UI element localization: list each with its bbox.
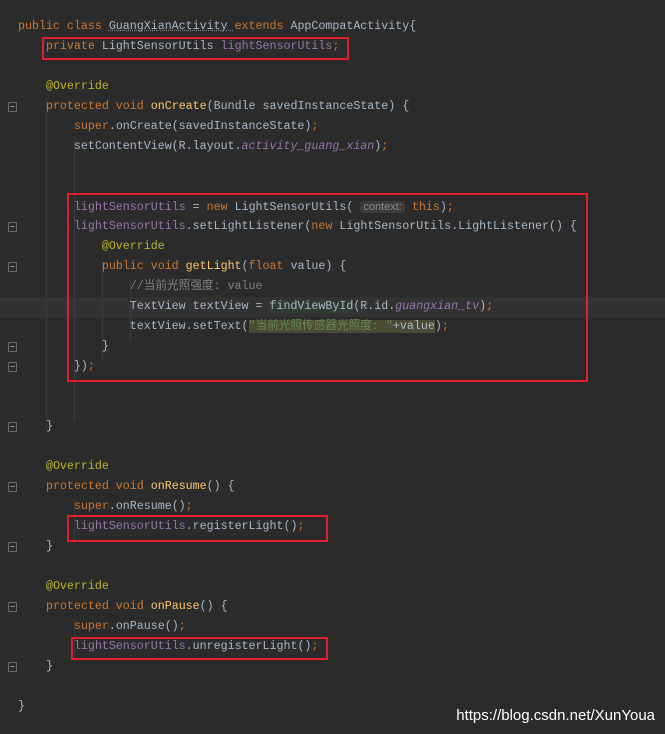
code-token: AppCompatActivity{ [290,20,417,33]
fold-icon[interactable] [8,482,17,492]
code-token: } [18,660,53,673]
code-token: } [18,540,53,553]
fold-icon[interactable] [8,542,17,552]
code-token: @Override [45,460,109,473]
highlight-box-field [42,37,349,60]
code-editor[interactable]: public class GuangXianActivity extends A… [0,0,665,734]
code-token: extends [234,20,291,33]
watermark: https://blog.csdn.net/XunYoua [456,707,655,724]
code-token: () { [199,600,228,613]
code-token: ; [185,500,193,513]
code-line[interactable]: public class GuangXianActivity extends A… [18,17,416,37]
code-token: () { [206,480,235,493]
code-line[interactable]: protected void onCreate(Bundle savedInst… [18,97,409,117]
code-line[interactable]: protected void onPause() { [18,597,228,617]
highlight-box-register [67,515,328,542]
code-token: super [73,120,109,133]
code-token: onResume [150,480,207,493]
highlight-box-unregister [71,637,328,660]
code-token: ; [311,120,319,133]
code-token: (Bundle savedInstanceState) { [206,100,410,113]
code-token: protected void [45,100,151,113]
code-token: protected void [45,600,151,613]
fold-icon[interactable] [8,342,17,352]
code-token: } [18,420,53,433]
code-token: ; [178,620,186,633]
code-line[interactable]: } [18,697,25,717]
code-token: onPause [150,600,200,613]
code-token: ; [381,140,389,153]
code-line[interactable]: } [18,537,53,557]
code-line[interactable]: protected void onResume() { [18,477,235,497]
code-line[interactable]: super.onResume(); [18,497,193,517]
fold-icon[interactable] [8,102,17,112]
code-token: protected void [45,480,151,493]
code-token: @Override [45,580,109,593]
code-token: activity_guang_xian [241,140,375,153]
code-token: .onResume() [108,500,186,513]
code-token: } [18,700,25,713]
code-line[interactable]: super.onPause(); [18,617,186,637]
code-token: public class [18,20,109,33]
code-token: GuangXianActivity [108,20,235,33]
fold-icon[interactable] [8,262,17,272]
highlight-box-listener [67,193,588,382]
fold-icon[interactable] [8,662,17,672]
fold-icon[interactable] [8,362,17,372]
code-token: super [73,500,109,513]
code-line[interactable]: @Override [18,457,109,477]
fold-icon[interactable] [8,602,17,612]
code-line[interactable]: super.onCreate(savedInstanceState); [18,117,319,137]
code-line[interactable]: @Override [18,77,109,97]
code-token: .onPause() [108,620,179,633]
code-token: setContentView(R.layout. [18,140,242,153]
code-line[interactable]: setContentView(R.layout.activity_guang_x… [18,137,388,157]
fold-icon[interactable] [8,222,17,232]
fold-icon[interactable] [8,422,17,432]
code-token: super [73,620,109,633]
code-token: @Override [45,80,109,93]
code-line[interactable]: @Override [18,577,109,597]
code-line[interactable]: } [18,657,53,677]
code-token: .onCreate(savedInstanceState) [108,120,312,133]
code-token: onCreate [150,100,207,113]
code-line[interactable]: } [18,417,53,437]
